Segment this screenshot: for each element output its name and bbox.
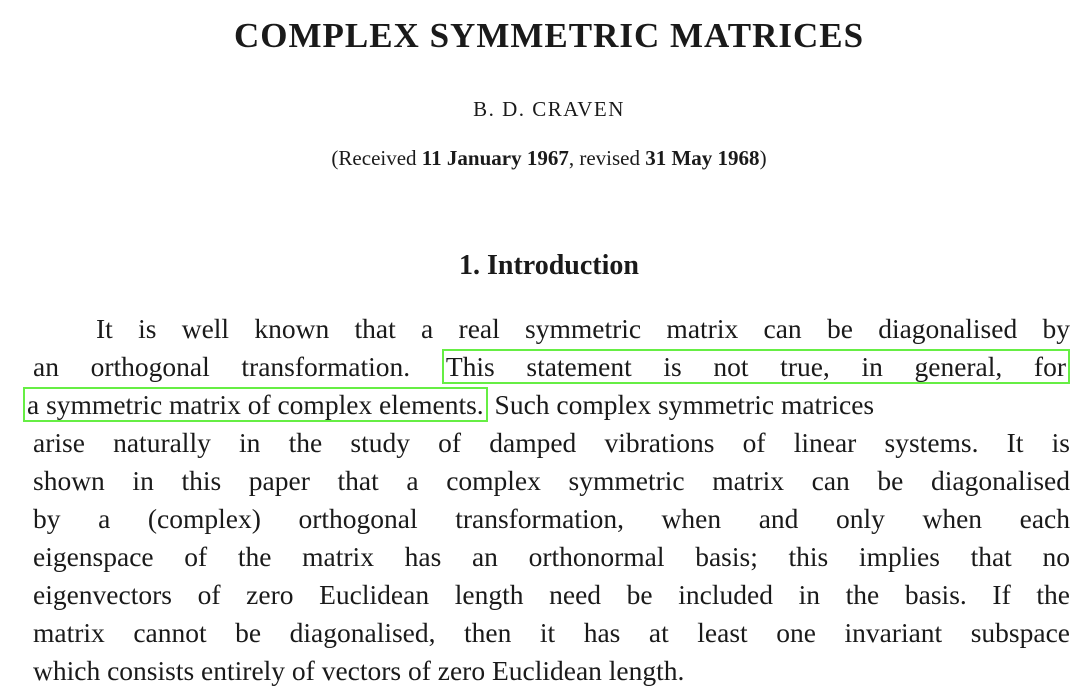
- paragraph-line: which consists entirely of vectors of ze…: [33, 655, 685, 686]
- paragraph-line: an orthogonal transformation. This state…: [33, 348, 1070, 386]
- revised-date: 31 May 1968: [645, 146, 760, 170]
- author-name: B. D. CRAVEN: [473, 97, 625, 121]
- section-heading: 1. Introduction: [459, 250, 639, 281]
- intro-paragraph: It is well known that a real symmetric m…: [23, 310, 1070, 690]
- paragraph-line: by a (complex) orthogonal transformation…: [33, 503, 1070, 534]
- paragraph-line: arise naturally in the study of damped v…: [33, 427, 1070, 458]
- paragraph-line: matrix cannot be diagonalised, then it h…: [33, 617, 1070, 648]
- highlighted-sentence-part-1: This statement is not true, in general, …: [441, 349, 1070, 384]
- paragraph-line: eigenspace of the matrix has an orthonor…: [33, 541, 1070, 572]
- received-mid: , revised: [568, 146, 646, 170]
- paragraph-line: It is well known that a real symmetric m…: [96, 313, 1070, 344]
- received-suffix: ): [759, 146, 767, 170]
- paragraph-text: an orthogonal transformation.: [33, 351, 442, 382]
- paragraph-line: shown in this paper that a complex symme…: [33, 465, 1070, 496]
- paragraph-text: Such complex symmetric matrices: [487, 389, 875, 420]
- received-dates: (Received 11 January 1967, revised 31 Ma…: [0, 144, 1090, 172]
- paragraph-line: eigenvectors of zero Euclidean length ne…: [33, 579, 1070, 610]
- paper-title: COMPLEX SYMMETRIC MATRICES: [233, 16, 865, 55]
- paragraph-line: a symmetric matrix of complex elements. …: [23, 386, 1070, 424]
- received-date: 11 January 1967: [421, 146, 569, 170]
- received-prefix: (Received: [331, 146, 422, 170]
- highlighted-sentence-part-2: a symmetric matrix of complex elements.: [23, 387, 488, 422]
